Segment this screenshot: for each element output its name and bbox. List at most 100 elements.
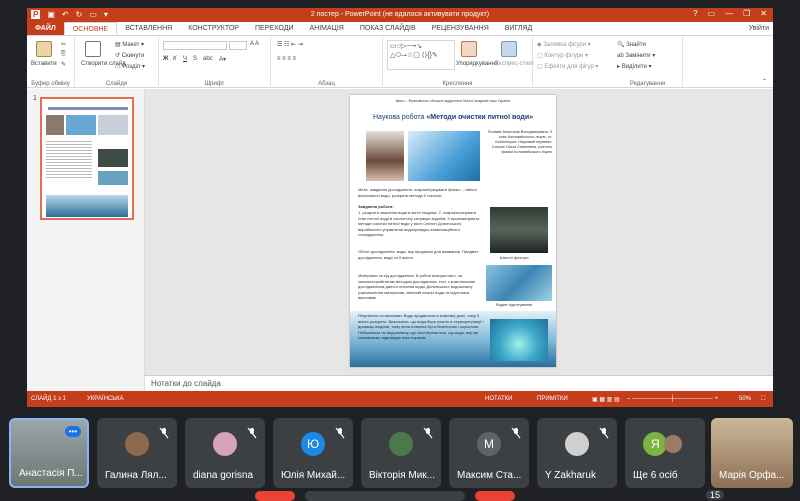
shaft-filters-image [490, 207, 548, 253]
layout-button[interactable]: ▤ Макет ▾ [115, 41, 144, 48]
align-icon[interactable]: ≡ ≡ ≡ ≡ [277, 56, 296, 62]
collapse-ribbon-icon[interactable]: ⌃ [762, 78, 767, 85]
participant-name: Юлія Михай... [281, 470, 346, 481]
tab-review[interactable]: РЕЦЕНЗУВАННЯ [424, 22, 497, 35]
tab-file[interactable]: ФАЙЛ [27, 22, 64, 35]
tab-slideshow[interactable]: ПОКАЗ СЛАЙДІВ [352, 22, 424, 35]
participant-tile[interactable]: Марія Орфа... [711, 418, 793, 488]
fit-slide-icon[interactable]: ⛶ [761, 396, 765, 403]
slide-canvas[interactable]: Івано – Франківське обласне відділення М… [350, 95, 556, 367]
grow-font-icon[interactable]: A A [250, 41, 259, 47]
slide-header: Івано – Франківське обласне відділення М… [395, 99, 511, 103]
author-info: Поляків Анастасія Володимирівна, 9 клас … [487, 130, 552, 154]
participant-count-badge: 15 [706, 490, 725, 500]
avatar [664, 435, 682, 453]
new-slide-icon[interactable] [85, 41, 101, 57]
shape-outline-button[interactable]: ▢ Контур фігури ▾ [537, 52, 588, 59]
paragraph-group: ☰ ☷ ⇤ ⇥ ≡ ≡ ≡ ≡ Абзац [271, 36, 383, 88]
underline-icon[interactable]: Ч [183, 56, 187, 62]
zoom-slider[interactable]: – ─────────┼───────── + [627, 396, 718, 402]
tab-design[interactable]: КОНСТРУКТОР [180, 22, 247, 35]
tab-home[interactable]: ОСНОВНЕ [63, 22, 118, 35]
ribbon-display-button[interactable]: ▭ [708, 9, 716, 18]
font-color-icon[interactable]: A▾ [219, 56, 226, 63]
avatar: М [477, 432, 501, 456]
slides-group-label: Слайди [105, 81, 128, 87]
arrange-icon[interactable] [461, 41, 477, 57]
editing-group: 🔍 Знайти ab Замінити ▾ ▸ Виділити ▾ Реда… [613, 36, 683, 88]
more-participants-label: Ще 6 осіб [633, 470, 678, 481]
participant-tile[interactable]: Вікторія Мик... [361, 418, 441, 488]
shadow-icon[interactable]: S [193, 56, 197, 62]
format-painter-icon[interactable]: ✎ [61, 61, 66, 68]
status-bar: СЛАЙД 1 з 1 УКРАЇНСЬКА НОТАТКИ ПРИМІТКИ … [27, 391, 773, 407]
shape-format-group: ◆ Заливка фігури ▾ ▢ Контур фігури ▾ ▢ Е… [533, 36, 613, 88]
participant-name: Максим Ста... [457, 470, 522, 481]
participant-name: Y Zakharuk [545, 470, 596, 481]
arrange-button[interactable]: Упорядкування [456, 61, 498, 67]
italic-icon[interactable]: К [173, 56, 177, 62]
goal-text: Мета, завдання дослідження: охарактеризу… [358, 187, 477, 198]
replace-button[interactable]: ab Замінити ▾ [617, 52, 655, 59]
mic-off-icon [159, 426, 169, 439]
shapes-gallery[interactable]: ▭○▷⟶↘ △⬭⭢☆▢ ⟨⟩{}✎ [387, 40, 455, 70]
zoom-level[interactable]: 50% [739, 396, 751, 402]
mic-off-icon [599, 426, 609, 439]
tab-animations[interactable]: АНІМАЦІЯ [301, 22, 351, 35]
participant-tile[interactable]: ••• Анастасія П... [9, 418, 89, 488]
more-participants-tile[interactable]: Я Ще 6 осіб [625, 418, 705, 488]
find-button[interactable]: 🔍 Знайти [617, 41, 646, 48]
help-button[interactable]: ? [693, 9, 697, 18]
author-photo [366, 131, 404, 181]
notes-button[interactable]: НОТАТКИ [485, 396, 512, 402]
comments-button[interactable]: ПРИМІТКИ [537, 396, 568, 402]
results-text: Результати та висновки: Воду продається … [358, 313, 484, 341]
participant-tile[interactable]: М Максим Ста... [449, 418, 529, 488]
sign-in-link[interactable]: Увійти [741, 22, 773, 35]
copy-icon[interactable]: ⎘ [61, 51, 66, 58]
font-size-field[interactable] [229, 41, 247, 50]
slide-thumbnail-pane: 1 [27, 89, 145, 391]
bold-icon[interactable]: Ж [163, 56, 168, 62]
quick-styles-button[interactable]: Експрес-стилі [495, 61, 534, 68]
cut-icon[interactable]: ✂ [61, 41, 66, 48]
water-caption: Водне підготування [496, 302, 533, 307]
filters-caption: Шахтні фільтри [500, 255, 529, 260]
participant-tile[interactable]: Галина Лял... [97, 418, 177, 488]
quick-styles-icon[interactable] [501, 41, 517, 57]
water-treatment-image [486, 265, 552, 301]
slide-thumbnail[interactable] [40, 97, 134, 220]
paste-button[interactable]: Вставити [31, 61, 57, 67]
minimize-button[interactable]: — [725, 9, 733, 18]
maximize-button[interactable]: ❐ [743, 9, 750, 18]
avatar [125, 432, 149, 456]
notes-pane[interactable]: Нотатки до слайда [145, 375, 773, 391]
shape-effects-button[interactable]: ▢ Ефекти для фігур ▾ [537, 63, 598, 70]
view-buttons[interactable]: ▣ ▦ ▥ ▤ [592, 396, 620, 403]
participant-tile[interactable]: Y Zakharuk [537, 418, 617, 488]
drawing-group-label: Креслення [442, 81, 473, 87]
font-name-field[interactable] [163, 41, 227, 50]
tab-insert[interactable]: ВСТАВЛЕННЯ [117, 22, 180, 35]
participant-tile[interactable]: Ю Юлія Михай... [273, 418, 353, 488]
bullets-icon[interactable]: ☰ ☷ ⇤ ⇥ [277, 41, 303, 48]
mic-off-icon [423, 426, 433, 439]
section-button[interactable]: ▭ Розділ ▾ [115, 63, 145, 70]
ribbon: Вставити ✂ ⎘ ✎ Буфер обміну Створити сла… [27, 36, 773, 88]
tab-view[interactable]: ВИГЛЯД [497, 22, 541, 35]
slides-group: Створити слайд ▤ Макет ▾ ↺ Скинути ▭ Роз… [75, 36, 159, 88]
reset-button[interactable]: ↺ Скинути [115, 52, 144, 59]
strikethrough-icon[interactable]: abc [203, 56, 213, 62]
paste-icon[interactable] [36, 41, 52, 57]
tasks-text: 1. розкрити значення води в житті людини… [358, 210, 480, 238]
mic-off-icon [511, 426, 521, 439]
close-button[interactable]: ✕ [760, 9, 767, 18]
tab-transitions[interactable]: ПЕРЕХОДИ [247, 22, 302, 35]
window-title: 2 постер - PowerPoint (не вдалося активу… [310, 11, 490, 18]
drawing-group: ▭○▷⟶↘ △⬭⭢☆▢ ⟨⟩{}✎ Упорядкування Експрес-… [383, 36, 534, 88]
language-indicator[interactable]: УКРАЇНСЬКА [87, 396, 124, 402]
participant-tile[interactable]: diana gorisna [185, 418, 265, 488]
select-button[interactable]: ▸ Виділити ▾ [617, 63, 652, 70]
shape-fill-button[interactable]: ◆ Заливка фігури ▾ [537, 41, 591, 48]
slide-editing-area: Івано – Франківське обласне відділення М… [145, 89, 773, 375]
